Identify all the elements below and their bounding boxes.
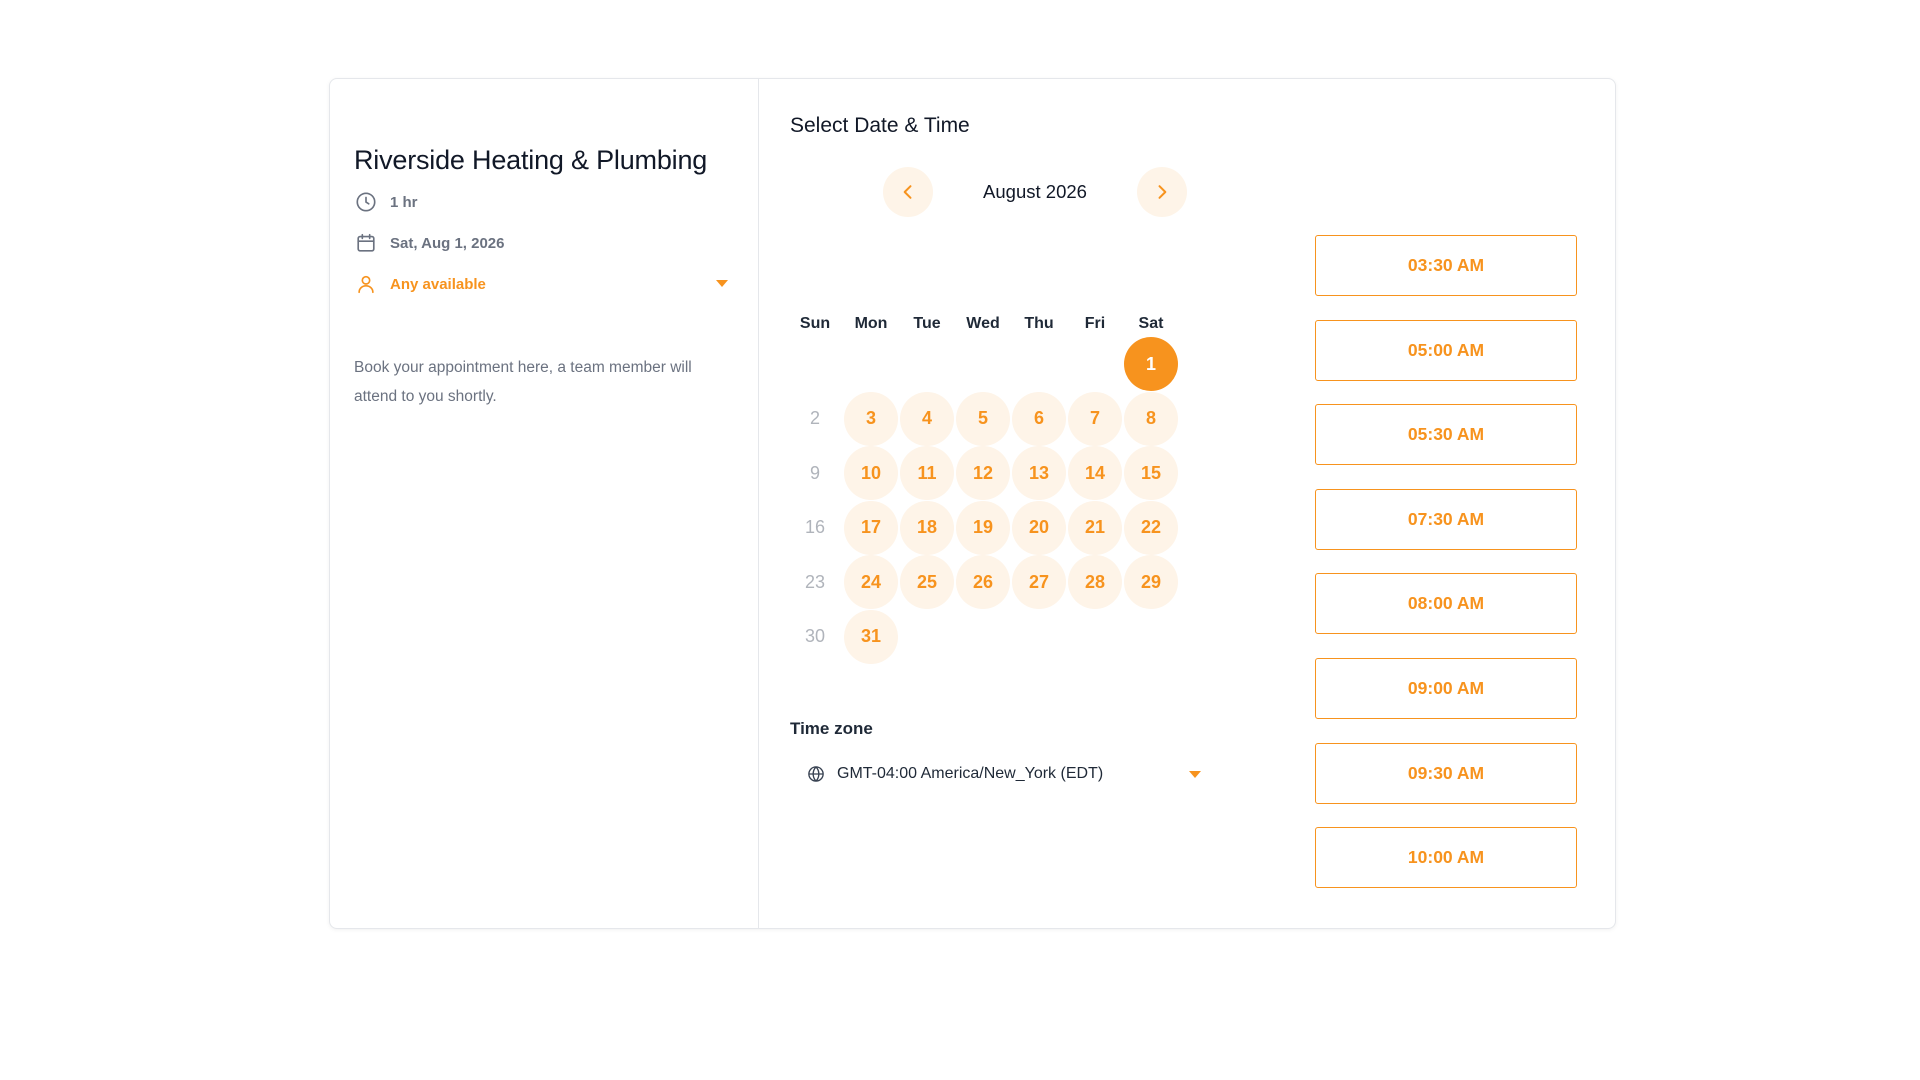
time-slot-button[interactable]: 05:00 AM [1315,319,1577,381]
timezone-value: GMT-04:00 America/New_York (EDT) [837,765,1104,782]
day-15[interactable]: 15 [1124,446,1178,500]
day-5[interactable]: 5 [956,391,1010,446]
day-17[interactable]: 17 [844,500,898,555]
scheduler-panel: Select Date & Time August 2026 Sun Mon Tue… [759,79,1615,928]
staff-value: Any available [390,275,486,293]
booking-card: Riverside Heating & Plumbing 1 hr Sat, A… [329,78,1616,929]
next-month-button[interactable] [1137,167,1187,217]
time-slot-button[interactable]: 10:00 AM [1315,827,1577,889]
day-25[interactable]: 25 [900,555,954,609]
weekday-sun: Sun [799,315,831,332]
caret-down-icon [716,280,728,287]
day-30: 30 [804,626,826,646]
day-1[interactable]: 1 [1124,337,1178,391]
user-icon [354,272,378,296]
date-row: Sat, Aug 1, 2026 [354,230,734,256]
calendar-icon [354,231,378,255]
time-slot-button[interactable]: 08:00 AM [1315,573,1577,635]
clock-icon [354,190,378,214]
day-7[interactable]: 7 [1068,391,1122,446]
day-9: 9 [809,462,820,483]
day-4[interactable]: 4 [900,391,954,446]
section-title: Select Date & Time [790,114,970,137]
day-31[interactable]: 31 [844,609,898,664]
selected-date-text: Sat, Aug 1, 2026 [390,234,505,252]
day-12[interactable]: 12 [956,446,1010,500]
business-description: Book your appointment here, a team membe… [354,359,692,405]
day-6[interactable]: 6 [1012,391,1066,446]
duration-text: 1 hr [390,193,418,211]
prev-month-button[interactable] [883,167,933,217]
time-slot-button[interactable]: 09:00 AM [1315,658,1577,719]
day-22[interactable]: 22 [1124,500,1178,555]
staff-dropdown[interactable]: Any available [354,271,734,297]
business-name: Riverside Heating & Plumbing [354,145,708,175]
day-18[interactable]: 18 [900,500,954,555]
weekday-thu: Thu [1024,315,1054,332]
time-slot-button[interactable]: 09:30 AM [1315,742,1577,804]
day-19[interactable]: 19 [956,500,1010,555]
day-24[interactable]: 24 [844,555,898,609]
day-3[interactable]: 3 [844,391,898,446]
day-13[interactable]: 13 [1012,446,1066,500]
day-8[interactable]: 8 [1124,391,1178,446]
day-21[interactable]: 21 [1068,500,1122,555]
day-27[interactable]: 27 [1012,555,1066,609]
day-16: 16 [804,517,826,537]
time-slot-button[interactable]: 07:30 AM [1315,488,1577,550]
caret-down-icon [1189,771,1201,778]
timezone-select[interactable]: GMT-04:00 America/New_York (EDT) [807,759,1227,789]
timezone-label: Time zone [790,719,873,738]
day-10[interactable]: 10 [844,446,898,500]
chevron-left-icon [903,185,912,199]
month-navigation: August 2026 [883,167,1193,217]
day-29[interactable]: 29 [1124,555,1178,609]
day-20[interactable]: 20 [1012,500,1066,555]
day-28[interactable]: 28 [1068,555,1122,609]
business-info-panel: Riverside Heating & Plumbing 1 hr Sat, A… [330,79,759,928]
weekday-wed: Wed [966,315,1000,332]
day-26[interactable]: 26 [956,555,1010,609]
time-slot-list[interactable]: 03:30 AM 05:00 AM 05:30 AM 07:30 AM 08:00 AM… [1315,235,1577,895]
day-14[interactable]: 14 [1068,446,1122,500]
weekday-mon: Mon [854,315,888,332]
weekday-fri: Fri [1084,315,1106,332]
chevron-right-icon [1158,185,1167,199]
day-2: 2 [809,408,820,428]
weekday-tue: Tue [913,315,941,332]
month-label: August 2026 [983,181,1087,202]
time-slot-button[interactable]: 03:30 AM [1315,235,1577,296]
day-11[interactable]: 11 [900,446,954,500]
duration-row: 1 hr [354,189,734,215]
weekday-sat: Sat [1138,315,1164,332]
time-slot-button[interactable]: 05:30 AM [1315,404,1577,466]
globe-icon [807,765,825,783]
day-23: 23 [804,571,826,592]
